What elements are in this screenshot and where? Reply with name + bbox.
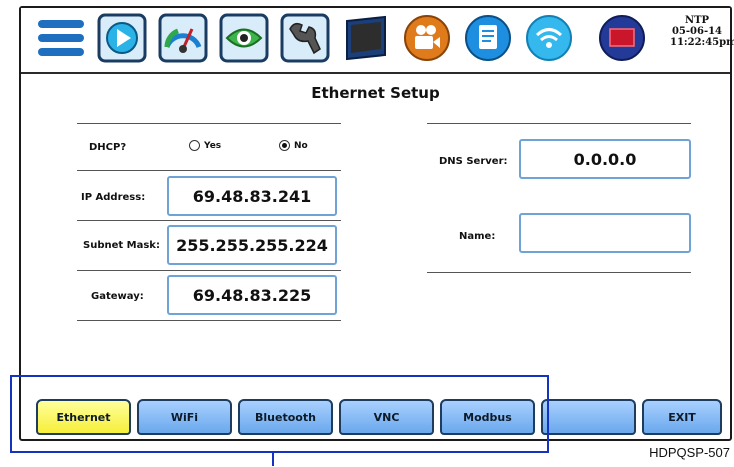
monitor-icon[interactable] <box>340 12 392 64</box>
camera-icon[interactable] <box>401 12 453 64</box>
name-label: Name: <box>459 231 496 242</box>
gauge-icon[interactable] <box>157 12 209 64</box>
page-title: Ethernet Setup <box>311 84 440 102</box>
gateway-label: Gateway: <box>91 291 144 302</box>
radio-on-icon <box>279 140 290 151</box>
dns-server-label: DNS Server: <box>439 156 508 167</box>
divider <box>427 272 691 273</box>
divider <box>77 220 341 221</box>
clock-time: 11:22:45pm <box>670 37 734 48</box>
clock-readout: NTP 05-06-14 11:22:45pm <box>670 15 734 48</box>
callout-box <box>10 375 549 453</box>
dhcp-yes-radio[interactable]: Yes <box>189 140 221 151</box>
radio-off-icon <box>189 140 200 151</box>
wrench-icon[interactable] <box>279 12 331 64</box>
divider <box>77 123 341 124</box>
subnet-mask-label: Subnet Mask: <box>83 240 160 251</box>
subnet-mask-field[interactable]: 255.255.255.224 <box>167 225 337 265</box>
play-icon[interactable] <box>96 12 148 64</box>
divider <box>427 123 691 124</box>
figure-code: HDPQSP-507 <box>649 445 730 460</box>
dhcp-no-label: No <box>294 140 308 151</box>
divider <box>77 270 341 271</box>
menu-icon[interactable] <box>35 12 87 64</box>
clock-date: 05-06-14 <box>671 26 723 37</box>
ip-address-field[interactable]: 69.48.83.241 <box>167 176 337 216</box>
divider <box>77 170 341 171</box>
document-icon[interactable] <box>462 12 514 64</box>
name-field[interactable] <box>519 213 691 253</box>
exit-button[interactable]: EXIT <box>642 399 722 435</box>
callout-leader <box>272 453 274 466</box>
tab-blank[interactable] <box>541 399 636 435</box>
eye-icon[interactable] <box>218 12 270 64</box>
dhcp-yes-label: Yes <box>204 140 222 151</box>
screen-icon[interactable] <box>596 12 648 64</box>
dhcp-no-radio[interactable]: No <box>279 140 308 151</box>
dhcp-label: DHCP? <box>89 142 127 153</box>
gateway-field[interactable]: 69.48.83.225 <box>167 275 337 315</box>
dns-server-field[interactable]: 0.0.0.0 <box>519 139 691 179</box>
divider <box>77 320 341 321</box>
top-toolbar: NTP 05-06-14 11:22:45pm <box>21 8 734 74</box>
ip-address-label: IP Address: <box>81 192 146 203</box>
wifi-icon[interactable] <box>523 12 575 64</box>
clock-source: NTP <box>684 15 710 26</box>
